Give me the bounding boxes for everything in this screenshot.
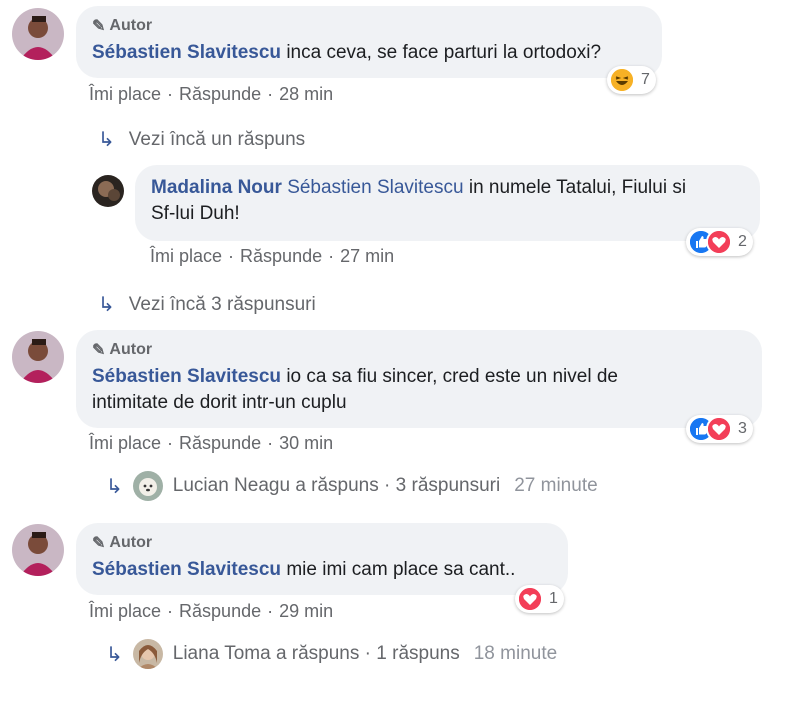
reply-count: 3 răspunsuri [395,475,501,496]
love-icon [706,229,732,255]
like-button[interactable]: Îmi place [89,433,161,453]
comment-bubble: ✎ Autor Sébastien Slavitescu inca ceva, … [76,6,662,78]
pencil-icon: ✎ [92,535,106,552]
reply-button[interactable]: Răspunde [240,246,322,266]
reaction-summary[interactable]: 2 [686,228,753,256]
reply-button[interactable]: Răspunde [179,601,261,621]
reaction-summary[interactable]: 7 [607,66,656,94]
like-button[interactable]: Îmi place [89,601,161,621]
comment-text: inca ceva, se face parturi la ortodoxi? [286,42,602,63]
reply-button[interactable]: Răspunde [179,84,261,104]
reaction-count: 7 [641,71,650,88]
comment-actions: Îmi place · Răspunde · 30 min [89,433,334,453]
comment-bubble: ✎ Autor Sébastien Slavitescu io ca sa fi… [76,330,762,428]
avatar[interactable] [12,331,64,383]
comment-text: in numele Tatalui, Fiului si [468,177,687,198]
avatar [132,471,163,501]
reply-summary[interactable]: ↳ Lucian Neagu a răspuns · 3 răspunsuri … [106,471,598,501]
comment-text-line2: Sf-lui Duh! [151,203,240,224]
view-more-replies[interactable]: ↳ Vezi încă 3 răspunsuri [98,292,316,317]
comment-bubble: Madalina Nour Sébastien Slavitescu in nu… [135,165,760,241]
timestamp[interactable]: 27 min [340,246,394,266]
like-button[interactable]: Îmi place [150,246,222,266]
comment-actions: Îmi place · Răspunde · 28 min [89,84,334,104]
reaction-summary[interactable]: 3 [686,415,753,443]
comment-bubble: ✎ Autor Sébastien Slavitescu mie imi cam… [76,523,568,595]
pencil-icon: ✎ [92,18,106,35]
comment-actions: Îmi place · Răspunde · 27 min [150,246,395,266]
mention-link[interactable]: Sébastien Slavitescu [287,177,463,198]
reaction-count: 2 [738,233,747,250]
haha-icon [609,67,635,93]
love-icon [517,586,543,612]
reply-button[interactable]: Răspunde [179,433,261,453]
reply-arrow-icon: ↳ [106,643,123,666]
love-icon [706,416,732,442]
author-tag: ✎ Autor [92,341,153,359]
reaction-summary[interactable]: 1 [515,585,564,613]
reply-arrow-icon: ↳ [98,294,115,316]
avatar [132,639,163,669]
author-tag: ✎ Autor [92,17,153,35]
reply-summary[interactable]: ↳ Liana Toma a răspuns · 1 răspuns 18 mi… [106,639,557,669]
reply-count: 1 răspuns [376,643,460,664]
pencil-icon: ✎ [92,342,106,359]
comment-text: mie imi cam place sa cant.. [286,559,516,580]
commenter-name[interactable]: Madalina Nour [151,177,282,198]
comment-actions: Îmi place · Răspunde · 29 min [89,601,334,621]
reply-author[interactable]: Liana Toma [173,643,271,664]
reaction-count: 3 [738,420,747,437]
avatar[interactable] [92,175,124,207]
like-button[interactable]: Îmi place [89,84,161,104]
reply-arrow-icon: ↳ [98,129,115,151]
reply-time: 27 minute [514,475,598,496]
reply-author[interactable]: Lucian Neagu [173,475,290,496]
commenter-name[interactable]: Sébastien Slavitescu [92,366,281,387]
timestamp[interactable]: 28 min [279,84,333,104]
reply-arrow-icon: ↳ [106,475,123,498]
view-more-replies[interactable]: ↳ Vezi încă un răspuns [98,127,305,152]
reply-time: 18 minute [473,643,558,664]
comment-text: io ca sa fiu sincer, cred este un nivel … [286,366,618,387]
commenter-name[interactable]: Sébastien Slavitescu [92,42,281,63]
avatar[interactable] [12,524,64,576]
comment-text-line2: intimitate de dorit intr-un cuplu [92,392,347,413]
reaction-count: 1 [549,590,558,607]
timestamp[interactable]: 29 min [279,601,333,621]
commenter-name[interactable]: Sébastien Slavitescu [92,559,281,580]
timestamp[interactable]: 30 min [279,433,333,453]
author-tag: ✎ Autor [92,534,153,552]
avatar[interactable] [12,8,64,60]
